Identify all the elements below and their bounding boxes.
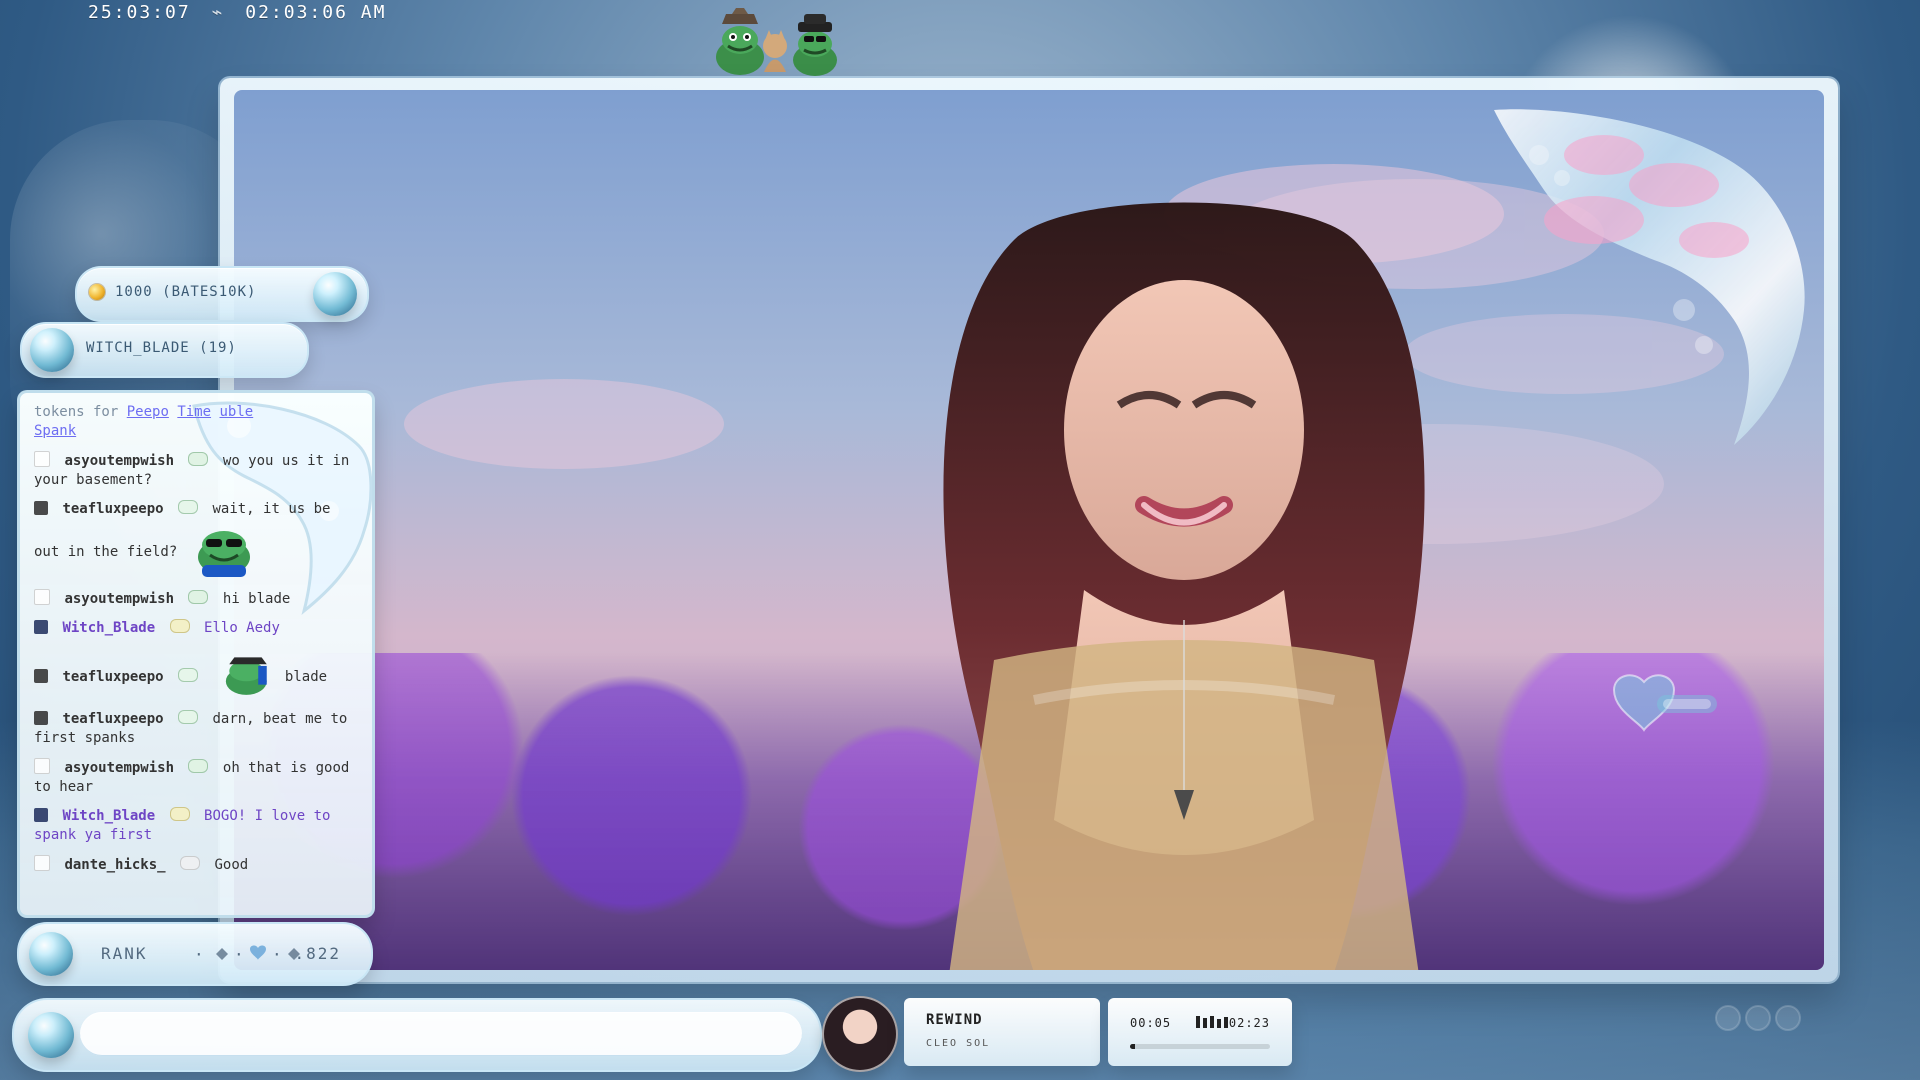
- chat-messages: tokens for Peepo Time uble Spank asyoute…: [34, 403, 358, 905]
- gem-icon: [28, 1012, 74, 1058]
- user-badge-icon: [34, 451, 50, 467]
- track-title: REWIND: [926, 1012, 983, 1028]
- chat-line: asyoutempwish hi blade: [34, 589, 358, 609]
- chat-username: teafluxpeepo: [62, 711, 164, 727]
- heart-icon: [1612, 674, 1717, 732]
- time-elapsed: 00:05: [1130, 1016, 1172, 1030]
- chat-username: asyoutempwish: [64, 760, 175, 776]
- frog-emote-icon: [197, 531, 250, 577]
- chat-message: Good: [214, 857, 249, 873]
- heart-icon: [250, 945, 266, 960]
- chat-line: Witch_Blade Ello Aedy: [34, 619, 358, 638]
- chat-username: teafluxpeepo: [62, 501, 164, 517]
- chat-header-link-4[interactable]: Spank: [34, 423, 76, 439]
- top-clock: 25:03:07 ⌁ 02:03:06 AM: [88, 2, 386, 23]
- badge-icon: [178, 710, 199, 724]
- clock-right: 02:03:06 AM: [245, 2, 387, 23]
- user-badge-icon: [34, 758, 50, 774]
- user-badge-icon: [34, 501, 48, 515]
- stream-frame: [220, 78, 1838, 982]
- chat-line: teafluxpeepo darn, beat me to first span…: [34, 710, 358, 748]
- chat-line: teafluxpeepo blade: [34, 654, 358, 700]
- badge-icon: [188, 452, 209, 466]
- badge-icon: [178, 668, 199, 682]
- chat-message: out in the field?: [34, 544, 178, 560]
- rank-bar: RANK · · · .822: [17, 922, 373, 986]
- user-badge-icon: [34, 620, 48, 634]
- control-dot-icon: [1745, 1005, 1771, 1031]
- chat-line: asyoutempwish oh that is good to hear: [34, 758, 358, 797]
- wing-ornament: [1494, 109, 1805, 445]
- stream-video: [234, 90, 1824, 970]
- badge-icon: [188, 759, 209, 773]
- user-badge-icon: [34, 669, 48, 683]
- rank-label: RANK: [101, 944, 148, 963]
- track-time: 00:05 02:23: [1108, 998, 1292, 1066]
- leader-text: WITCH_BLADE (19): [86, 340, 237, 356]
- chat-message: blade: [284, 669, 328, 685]
- badge-icon: [169, 619, 190, 633]
- chat-username: asyoutempwish: [64, 591, 175, 607]
- chat-username: dante_hicks_: [64, 857, 166, 873]
- chat-line: Witch_Blade BOGO! I love to spank ya fir…: [34, 807, 358, 845]
- streamer: [943, 202, 1425, 970]
- chat-panel[interactable]: tokens for Peepo Time uble Spank asyoute…: [17, 390, 375, 918]
- bottom-right-controls: [1715, 1005, 1801, 1031]
- badge-icon: [169, 807, 190, 821]
- chat-username: Witch_Blade: [62, 620, 156, 636]
- now-playing: REWIND CLEO SOL 00:05 02:23: [822, 996, 1292, 1072]
- control-dot-icon: [1715, 1005, 1741, 1031]
- rank-value: .822: [294, 944, 341, 963]
- coin-icon: [89, 284, 105, 300]
- sparkle-icon: [216, 948, 228, 960]
- track-progress-fill: [1130, 1044, 1135, 1049]
- chat-line: dante_hicks_ Good: [34, 855, 358, 875]
- mascots: [716, 8, 837, 76]
- chat-input[interactable]: [80, 1012, 802, 1056]
- chat-line: out in the field?: [34, 525, 358, 579]
- clock-left: 25:03:07: [88, 2, 191, 23]
- chat-header-link-2[interactable]: Time: [177, 404, 211, 420]
- leader-pill: WITCH_BLADE (19): [20, 322, 309, 378]
- badge-icon: [188, 590, 209, 604]
- chat-username: asyoutempwish: [64, 453, 175, 469]
- gem-icon: [30, 328, 74, 372]
- user-badge-icon: [34, 711, 48, 725]
- svg-text:·: ·: [272, 945, 282, 964]
- svg-text:·: ·: [194, 945, 204, 964]
- gem-icon: [313, 272, 357, 316]
- track-progress: [1130, 1044, 1270, 1049]
- frog-mascot-2-icon: [793, 14, 837, 76]
- chat-header: tokens for Peepo Time uble Spank: [34, 403, 358, 441]
- time-total: 02:23: [1228, 1016, 1270, 1030]
- badge-icon: [180, 856, 201, 870]
- chat-line: asyoutempwish wo you us it in your basem…: [34, 451, 358, 490]
- chat-line: teafluxpeepo wait, it us be: [34, 500, 358, 519]
- user-badge-icon: [34, 808, 48, 822]
- control-dot-icon: [1775, 1005, 1801, 1031]
- chat-header-prefix: tokens for: [34, 404, 119, 420]
- chat-username: teafluxpeepo: [62, 669, 164, 685]
- clock-separator: ⌁: [211, 2, 225, 23]
- chat-header-link-1[interactable]: Peepo: [127, 404, 169, 420]
- track-artist: CLEO SOL: [926, 1038, 991, 1049]
- chat-header-link-3[interactable]: uble: [219, 404, 253, 420]
- user-badge-icon: [34, 855, 50, 871]
- album-avatar: [822, 996, 898, 1072]
- chat-username: Witch_Blade: [62, 808, 156, 824]
- track-card: REWIND CLEO SOL: [904, 998, 1100, 1066]
- chat-message: wait, it us be: [212, 501, 331, 517]
- tokens-text: 1000 (BATES10K): [115, 284, 257, 300]
- badge-icon: [178, 500, 199, 514]
- chat-message: hi blade: [222, 591, 291, 607]
- gem-icon: [29, 932, 73, 976]
- user-badge-icon: [34, 589, 50, 605]
- bottom-bar: [12, 998, 822, 1072]
- tokens-pill: 1000 (BATES10K): [75, 266, 369, 322]
- cat-mascot-icon: [763, 30, 787, 72]
- svg-text:·: ·: [234, 945, 244, 964]
- chat-message: Ello Aedy: [204, 620, 280, 636]
- frog-mascot-1-icon: [716, 8, 764, 75]
- frog-emote-icon: [226, 657, 268, 695]
